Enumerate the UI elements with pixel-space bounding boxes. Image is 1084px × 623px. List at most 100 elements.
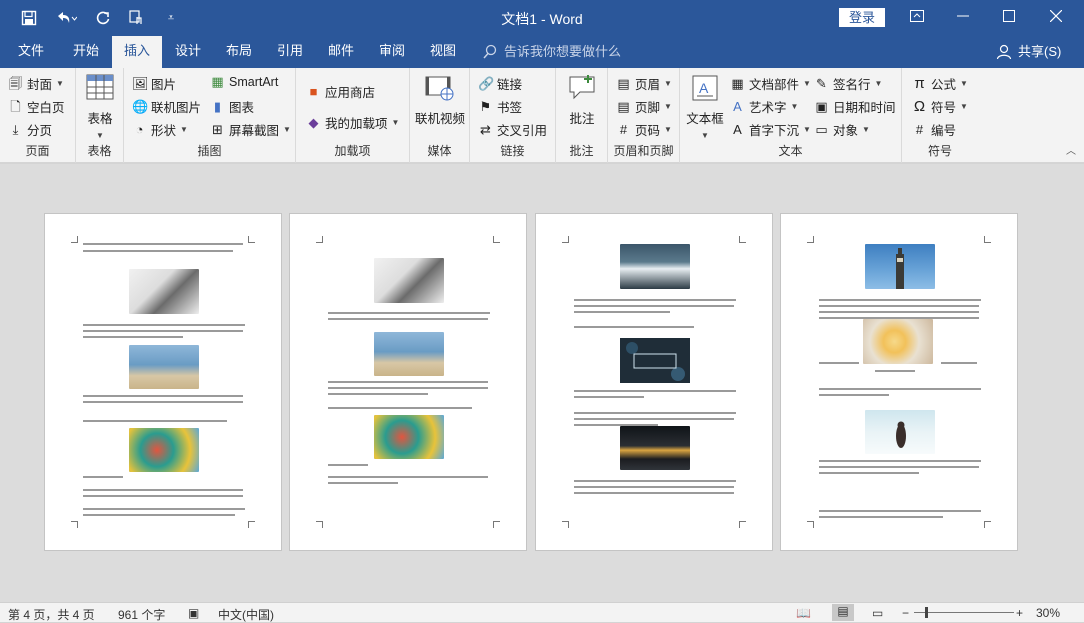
header-icon: ▤ [617,76,630,91]
text-line [83,330,243,332]
cover-page-button[interactable]: 🗐 封面 ▼ [8,74,64,93]
tab-mailings[interactable]: 邮件 [316,36,366,68]
word-count[interactable]: 961 个字 [118,606,165,623]
footer-button[interactable]: ▤ 页脚 ▼ [616,97,672,116]
zoom-slider-thumb[interactable] [925,607,928,618]
online-pictures-label: 联机图片 [151,101,202,115]
login-button[interactable]: 登录 [839,8,885,27]
my-addins-label: 我的加载项 [325,117,388,131]
zoom-slider[interactable] [914,612,1014,613]
tab-review[interactable]: 审阅 [368,36,416,68]
group-text: A 文本框 ▼ ▦ 文档部件 ▼ A 艺术字 ▼ A 首字下沉 ▼ ✎ 签名行 ▼ ▣ 日期和时间 … [680,68,902,163]
blank-page-button[interactable]: 🗋 空白页 [8,97,64,116]
text-line [819,472,919,474]
signature-line-button[interactable]: ✎ 签名行 ▼ [814,74,882,93]
crop-mark [71,521,78,528]
read-mode-icon[interactable]: 📖 [796,606,811,620]
document-page-4[interactable] [780,213,1018,551]
text-line [574,480,736,482]
wordart-button[interactable]: A 艺术字 ▼ [730,97,798,116]
tab-insert[interactable]: 插入 [112,36,162,69]
close-icon[interactable] [1041,6,1071,28]
page-break-button[interactable]: ⤓ 分页 [8,120,52,139]
chevron-down-icon: ▼ [701,131,709,140]
drop-cap-button[interactable]: A 首字下沉 ▼ [730,120,811,139]
text-line [83,489,243,491]
bookmark-button[interactable]: ⚑ 书签 [478,97,522,116]
chart-button[interactable]: ▮ 图表 [210,97,254,116]
page-break-label: 分页 [27,124,53,138]
header-button[interactable]: ▤ 页眉 ▼ [616,74,672,93]
text-line [941,362,977,364]
text-line [328,312,490,314]
maximize-icon[interactable] [994,6,1024,28]
comment-button[interactable]: 批注 [562,74,602,127]
minimize-icon[interactable] [948,6,978,28]
tell-me-search[interactable]: 告诉我你想要做什么 [482,36,621,68]
pictures-button[interactable]: 🖼 图片 [132,74,176,93]
table-button[interactable]: 表格 ▼ [82,74,118,141]
screenshot-icon: ⊞ [212,122,223,137]
share-button[interactable]: 共享(S) [996,36,1061,68]
my-addins-button[interactable]: ◆ 我的加载项 ▼ [306,113,400,132]
cross-reference-button[interactable]: ⇄ 交叉引用 [478,120,547,139]
zoom-level[interactable]: 30% [1036,606,1060,620]
tab-references[interactable]: 引用 [266,36,314,68]
tab-file[interactable]: 文件 [8,36,54,68]
page-image [129,345,199,389]
link-button[interactable]: 🔗 链接 [478,74,522,93]
screenshot-button[interactable]: ⊞ 屏幕截图 ▼ [210,120,291,139]
ribbon-insert: 🗐 封面 ▼ 🗋 空白页 ⤓ 分页 页面 表格 ▼ 表格 🖼 图片 🌐 联机图片 ◔ 形状 ▼ ▦… [0,68,1084,163]
ribbon-display-options-icon[interactable] [902,6,932,28]
shapes-icon: ◔ [135,122,144,137]
store-button[interactable]: ■ 应用商店 [306,82,375,101]
page-number-button[interactable]: # 页码 ▼ [616,120,672,139]
document-canvas[interactable] [0,164,1084,602]
crop-mark [248,521,255,528]
textbox-button[interactable]: A 文本框 ▼ [684,74,726,141]
online-video-label: 联机视频 [414,112,465,126]
chevron-down-icon: ▼ [664,125,672,134]
person-icon [996,44,1012,60]
print-layout-icon[interactable]: ▤ [832,604,854,621]
tab-design[interactable]: 设计 [164,36,212,68]
tab-home[interactable]: 开始 [60,36,112,68]
page-count[interactable]: 第 4 页，共 4 页 [8,606,95,623]
symbol-button[interactable]: Ω 符号 ▼ [912,97,968,116]
text-line [574,412,736,414]
group-comments: 批注 批注 [556,68,608,163]
textbox-label: 文本框 [686,112,724,126]
online-video-button[interactable]: 联机视频 [412,74,468,127]
smartart-label: SmartArt [229,74,279,89]
group-label-symbols: 符号 [927,144,952,158]
table-icon [85,74,115,104]
tab-view[interactable]: 视图 [418,36,468,68]
online-pictures-button[interactable]: 🌐 联机图片 [132,97,201,116]
wordart-label: 艺术字 [749,101,787,115]
quick-parts-button[interactable]: ▦ 文档部件 ▼ [730,74,811,93]
document-page-1[interactable] [44,213,282,551]
date-time-button[interactable]: ▣ 日期和时间 [814,97,895,116]
comment-icon [567,74,597,104]
group-tables: 表格 ▼ 表格 [76,68,124,163]
equation-button[interactable]: π 公式 ▼ [912,74,968,93]
group-symbols: π 公式 ▼ Ω 符号 ▼ # 编号 符号 [902,68,978,163]
tab-layout[interactable]: 布局 [214,36,264,68]
text-line [83,508,245,510]
zoom-in-icon[interactable]: + [1016,606,1023,620]
text-line [574,299,736,301]
object-button[interactable]: ▭ 对象 ▼ [814,120,870,139]
smartart-button[interactable]: ▦ SmartArt [210,74,278,89]
language[interactable]: 中文(中国) [218,606,274,623]
proofing-icon[interactable]: ▣ [188,606,199,620]
collapse-ribbon-icon[interactable]: ︿ [1066,142,1076,157]
numbering-button[interactable]: # 编号 [912,120,956,139]
shapes-button[interactable]: ◔ 形状 ▼ [132,120,188,139]
document-page-3[interactable] [535,213,773,551]
zoom-out-icon[interactable]: − [902,606,909,620]
group-label-tables: 表格 [87,144,112,158]
document-page-2[interactable] [289,213,527,551]
page-image [863,319,933,364]
web-layout-icon[interactable]: ▭ [872,606,883,620]
group-label-illustrations: 插图 [197,144,222,158]
